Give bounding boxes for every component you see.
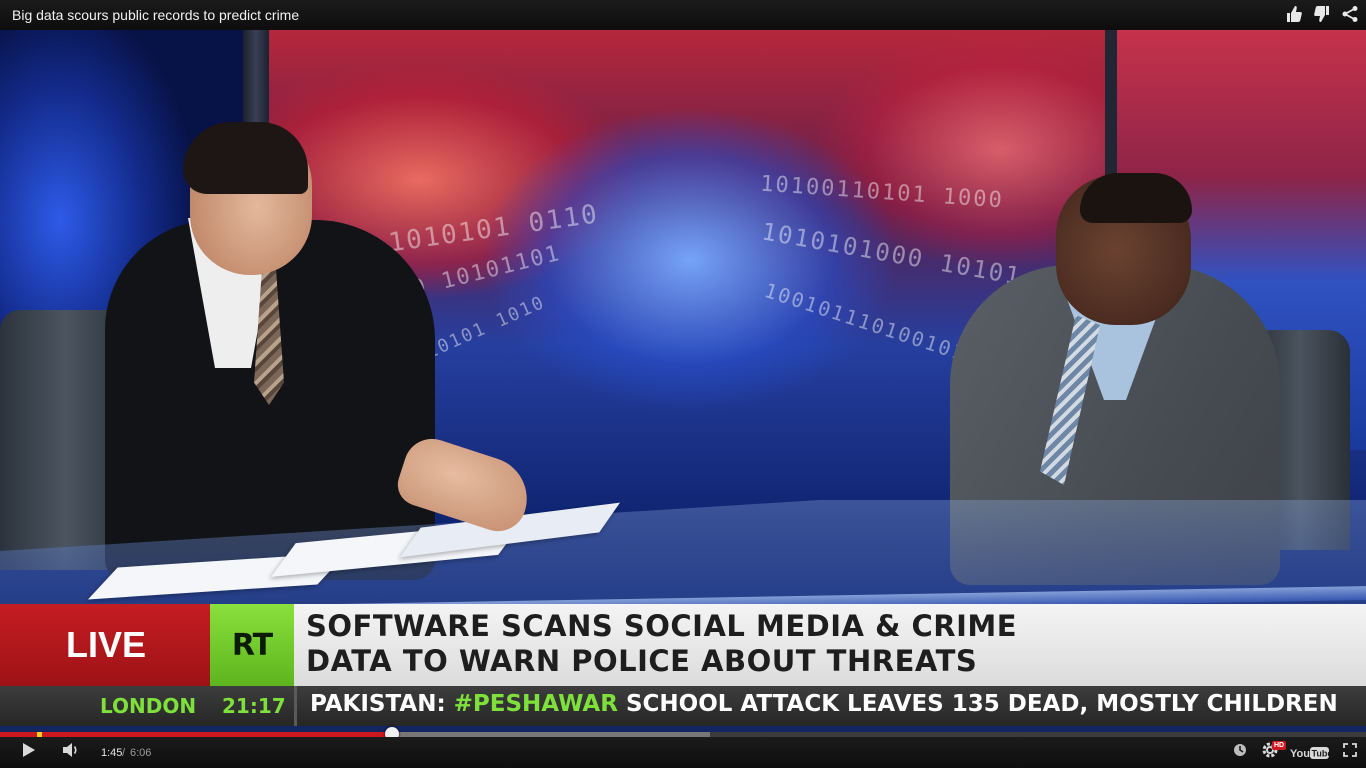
play-button[interactable] (16, 737, 42, 768)
channel-logo-text: RT (231, 627, 273, 663)
fullscreen-icon (1343, 743, 1357, 762)
watch-later-button[interactable] (1230, 737, 1250, 768)
player-controls: 1:45 / 6:06 HD You Tube (0, 737, 1366, 768)
location-label: LONDON (100, 694, 197, 718)
channel-logo: RT (210, 604, 294, 686)
headline-line-2: DATA TO WARN POLICE ABOUT THREATS (306, 644, 978, 678)
ticker-prefix: PAKISTAN: (310, 691, 454, 717)
video-title[interactable]: Big data scours public records to predic… (12, 7, 299, 23)
thumbs-up-icon[interactable] (1286, 5, 1302, 23)
share-icon[interactable] (1342, 5, 1358, 23)
headline-line-1: SOFTWARE SCANS SOCIAL MEDIA & CRIME (306, 609, 1018, 643)
local-time: 21:17 (222, 694, 286, 718)
svg-text:You: You (1290, 748, 1310, 760)
live-label: LIVE (66, 624, 147, 665)
volume-button[interactable] (58, 737, 84, 768)
title-bar: Big data scours public records to predic… (0, 0, 1366, 30)
youtube-logo[interactable]: You Tube (1290, 737, 1330, 768)
live-label-wrap: LIVE (0, 604, 210, 686)
fullscreen-button[interactable] (1340, 737, 1360, 768)
svg-text:Tube: Tube (1312, 748, 1331, 758)
ticker-hashtag: #PESHAWAR (453, 691, 618, 717)
thumbs-down-icon[interactable] (1314, 5, 1330, 23)
ticker-rest: SCHOOL ATTACK LEAVES 135 DEAD, MOSTLY CH… (617, 691, 1338, 717)
youtube-logo-icon: You Tube (1290, 746, 1331, 760)
news-ticker: PAKISTAN: #PESHAWAR SCHOOL ATTACK LEAVES… (310, 691, 1338, 717)
current-time: 1:45 (101, 747, 123, 759)
play-icon (22, 742, 36, 763)
duration: 6:06 (130, 747, 152, 759)
hd-badge: HD (1272, 741, 1287, 750)
volume-icon (62, 742, 80, 763)
top-actions (1286, 5, 1358, 23)
watch-later-icon (1233, 743, 1247, 762)
time-separator: / (122, 747, 126, 759)
